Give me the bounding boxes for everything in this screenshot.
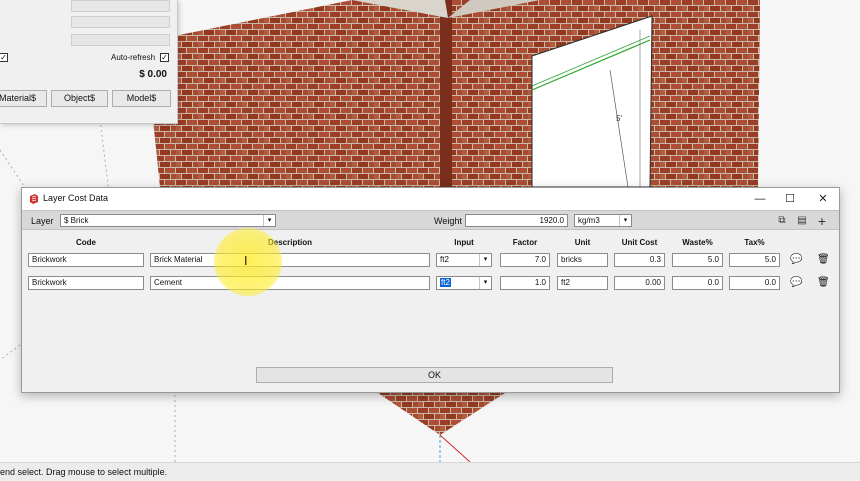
layer-select[interactable]: $ Brick ▾: [60, 214, 276, 227]
column-header-factor: Factor: [512, 238, 538, 247]
comment-icon[interactable]: 💬: [790, 254, 802, 266]
material-cost-button[interactable]: Material$: [0, 90, 47, 107]
trash-icon[interactable]: 🗑: [817, 277, 830, 289]
description-input[interactable]: Cement: [150, 276, 430, 290]
model-cost-button[interactable]: Model$: [112, 90, 171, 107]
dimension-label: 5': [616, 114, 622, 123]
copy-icon[interactable]: ⧉: [776, 215, 788, 227]
factor-input[interactable]: 7.0: [500, 253, 550, 267]
layer-toolbar: Layer $ Brick ▾ Weight 1920.0 kg/m3 ▾ ⧉ …: [22, 210, 839, 230]
column-header-description: Description: [267, 238, 312, 247]
autorefresh-checkbox[interactable]: ✓: [160, 53, 169, 62]
code-input[interactable]: Brickwork: [28, 253, 144, 267]
plus-icon[interactable]: +: [816, 214, 828, 228]
total-cost: $ 0.00: [139, 69, 167, 80]
tax-input[interactable]: 0.0: [729, 276, 780, 290]
unit-input[interactable]: bricks: [557, 253, 608, 267]
input-unit-select[interactable]: ft2 ▾: [436, 253, 492, 267]
chevron-down-icon: ▾: [263, 215, 275, 226]
estimator-field-1[interactable]: [71, 0, 170, 12]
estimator-panel: ✓ Auto-refresh ✓ $ 0.00 Material$ Object…: [0, 0, 178, 124]
input-unit-select[interactable]: ft2 ▾: [436, 276, 492, 290]
chevron-down-icon: ▾: [479, 277, 491, 289]
status-bar: end select. Drag mouse to select multipl…: [0, 462, 860, 480]
autorefresh-label: Auto-refresh: [111, 53, 156, 62]
column-header-unit: Unit: [574, 238, 591, 247]
chevron-down-icon: ▾: [619, 215, 631, 226]
estimator-field-3[interactable]: [71, 34, 170, 46]
factor-input[interactable]: 1.0: [500, 276, 550, 290]
column-header-input: Input: [454, 238, 474, 247]
weight-input[interactable]: 1920.0: [465, 214, 568, 227]
comment-icon[interactable]: 💬: [790, 277, 802, 289]
layer-cost-dialog: Layer Cost Data — ☐ ✕ Layer $ Brick ▾ We…: [21, 187, 840, 393]
unit-input[interactable]: ft2: [557, 276, 608, 290]
maximize-button[interactable]: ☐: [775, 188, 805, 210]
code-input[interactable]: Brickwork: [28, 276, 144, 290]
ok-button[interactable]: OK: [256, 367, 613, 383]
minimize-button[interactable]: —: [745, 188, 775, 210]
waste-input[interactable]: 0.0: [672, 276, 723, 290]
weight-unit-select[interactable]: kg/m3 ▾: [574, 214, 632, 227]
status-text: end select. Drag mouse to select multipl…: [0, 467, 168, 477]
column-header-unit-cost: Unit Cost: [621, 238, 658, 247]
column-header-tax: Tax%: [744, 238, 765, 247]
column-header-code: Code: [76, 238, 96, 247]
column-header-waste: Waste%: [682, 238, 713, 247]
clipboard-icon[interactable]: ▤: [796, 215, 808, 227]
app-icon: [30, 194, 38, 204]
unit-cost-input[interactable]: 0.00: [614, 276, 665, 290]
dialog-titlebar[interactable]: Layer Cost Data — ☐ ✕: [22, 188, 839, 210]
text-cursor-icon: I: [244, 254, 248, 268]
dialog-title: Layer Cost Data: [43, 193, 109, 203]
tax-input[interactable]: 5.0: [729, 253, 780, 267]
estimator-field-2[interactable]: [71, 16, 170, 28]
unit-cost-input[interactable]: 0.3: [614, 253, 665, 267]
cursor-highlight: [214, 228, 282, 296]
left-checkbox[interactable]: ✓: [0, 53, 8, 62]
trash-icon[interactable]: 🗑: [817, 254, 830, 266]
weight-label: Weight: [434, 216, 462, 226]
waste-input[interactable]: 5.0: [672, 253, 723, 267]
chevron-down-icon: ▾: [479, 254, 491, 266]
object-cost-button[interactable]: Object$: [51, 90, 108, 107]
close-button[interactable]: ✕: [808, 188, 838, 210]
description-input[interactable]: Brick Material: [150, 253, 430, 267]
layer-label: Layer: [31, 216, 54, 226]
